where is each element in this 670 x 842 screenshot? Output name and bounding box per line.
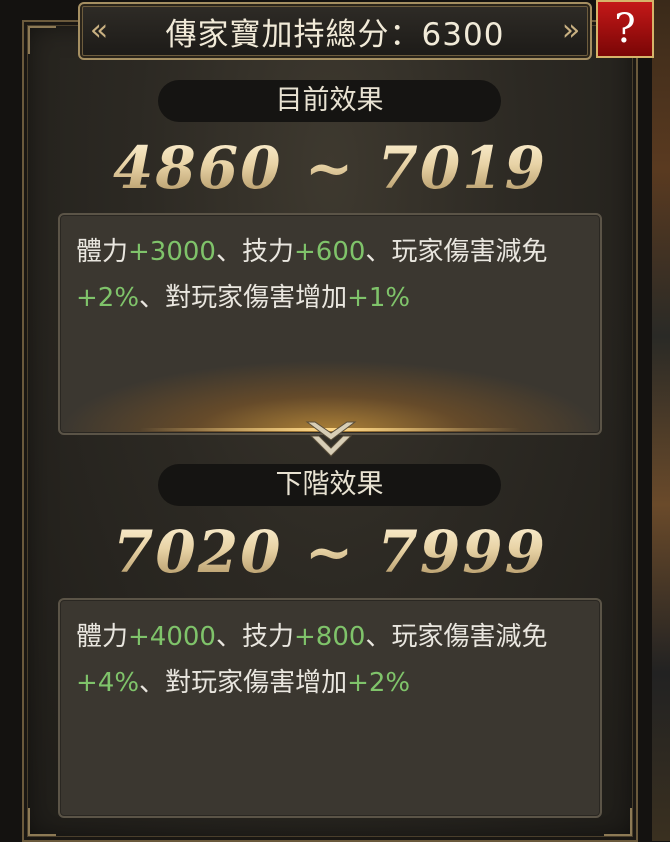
total-score-title-bar: « 傳家寶加持總分：6300 » [78,2,592,60]
frame-corner-ornament [28,808,56,836]
double-chevron-left-icon: « [89,13,109,48]
double-chevron-right-icon: » [561,13,581,48]
next-effects-box: 體力+4000、技力+800、玩家傷害減免+4%、對玩家傷害增加+2% [58,598,602,818]
help-button[interactable]: ? [596,0,654,58]
current-effects-box: 體力+3000、技力+600、玩家傷害減免+2%、對玩家傷害增加+1% [58,213,602,435]
current-score-range: 4860 ~ 7019 [60,134,600,202]
next-effect-label: 下階效果 [158,464,501,506]
total-score-title: 傳家寶加持總分：6300 [165,16,505,53]
effect-value: +2% [347,668,411,698]
effect-name: 玩家傷害減免 [391,237,548,267]
next-score-range: 7020 ~ 7999 [60,518,600,586]
effect-name: 體力 [76,237,129,267]
effect-value: +4000 [128,622,216,652]
effect-name: 對玩家傷害增加 [165,668,348,698]
range-separator: ~ [304,518,356,586]
current-range-max: 7019 [377,134,547,202]
current-effect-label: 目前效果 [158,80,501,122]
frame-corner-ornament [28,26,56,54]
background-game-edge [652,0,670,841]
range-separator: ~ [304,134,356,202]
effect-name: 技力 [241,622,294,652]
effect-value: +3000 [128,237,216,267]
total-score-value: 6300 [421,16,505,53]
effect-value: +800 [294,622,366,652]
effect-value: +4% [76,668,140,698]
double-chevron-down-icon [305,421,357,457]
next-range-max: 7999 [377,518,547,586]
frame-corner-ornament [604,808,632,836]
effect-name: 技力 [241,237,294,267]
effect-name: 體力 [76,622,129,652]
effect-value: +2% [76,283,140,313]
effect-name: 對玩家傷害增加 [165,283,348,313]
effect-value: +600 [294,237,366,267]
current-range-min: 4860 [113,134,283,202]
effect-value: +1% [347,283,411,313]
effect-name: 玩家傷害減免 [391,622,548,652]
next-range-min: 7020 [113,518,283,586]
